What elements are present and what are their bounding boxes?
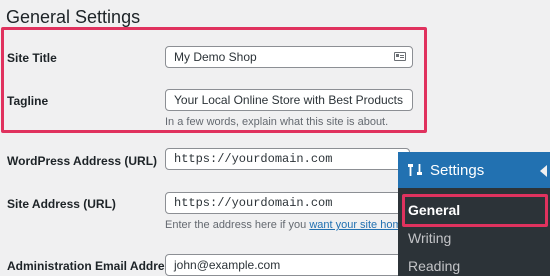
page-title: General Settings [6, 7, 141, 27]
site-address-value: https://yourdomain.com [174, 196, 333, 210]
highlight-box-site-identity [1, 27, 427, 133]
admin-email-label: Administration Email Address [7, 259, 178, 273]
settings-menu-title: Settings [430, 162, 485, 179]
wordpress-address-value: https://yourdomain.com [174, 152, 333, 166]
site-address-description: Enter the address here if you want your … [165, 219, 423, 231]
submenu-item-writing[interactable]: Writing [408, 230, 451, 246]
settings-menu-header[interactable]: Settings [398, 152, 550, 188]
submenu-item-reading[interactable]: Reading [408, 258, 460, 274]
wordpress-address-label: WordPress Address (URL) [7, 154, 158, 168]
wordpress-address-input[interactable]: https://yourdomain.com [165, 148, 410, 170]
current-menu-arrow-icon [540, 165, 547, 177]
site-address-description-text: Enter the address here if you [165, 219, 310, 231]
site-address-label: Site Address (URL) [7, 197, 116, 211]
admin-email-value: john@example.com [174, 258, 281, 272]
highlight-box-general [402, 194, 548, 227]
admin-email-input[interactable]: john@example.com [165, 254, 410, 276]
settings-sliders-icon [408, 164, 422, 176]
site-address-input[interactable]: https://yourdomain.com [165, 192, 410, 214]
